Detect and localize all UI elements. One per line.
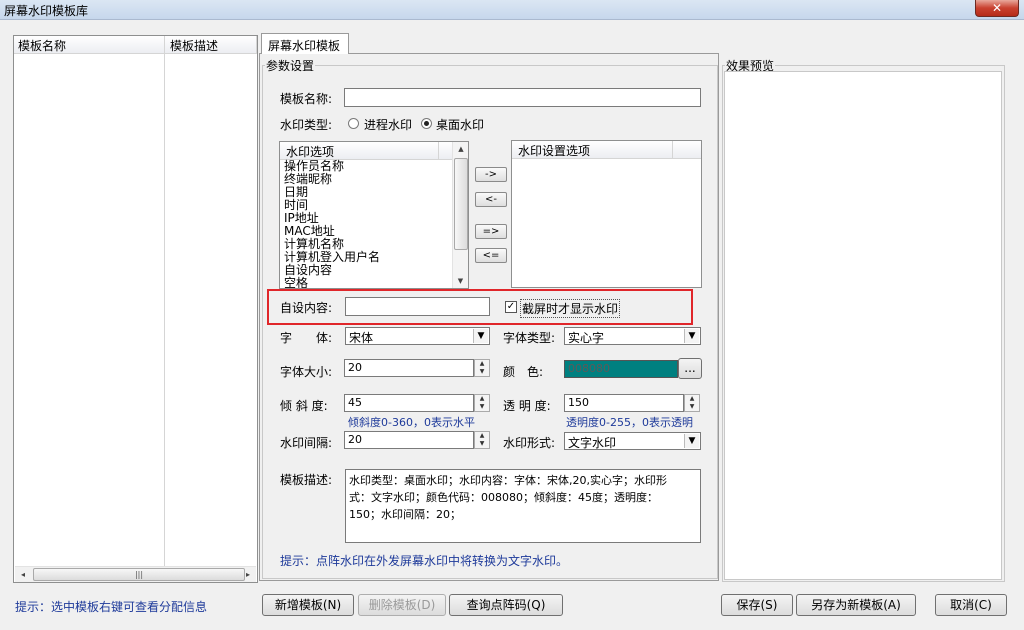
stepper-down-icon[interactable]: ▼ bbox=[475, 403, 489, 411]
description-line: 水印类型：桌面水印；水印内容：字体：宋体,20,实心字；水印形 bbox=[349, 474, 667, 487]
chevron-down-icon[interactable]: ▼ bbox=[684, 329, 699, 343]
watermark-form-select-value: 文字水印 bbox=[568, 436, 617, 450]
column-divider bbox=[164, 36, 165, 566]
footer-tip: 提示：选中模板右键可查看分配信息 bbox=[15, 600, 208, 614]
color-label: 颜 色: bbox=[503, 365, 544, 379]
preview-canvas bbox=[724, 71, 1002, 580]
watermark-options-header-label[interactable]: 水印选项 bbox=[282, 143, 334, 160]
delete-template-button[interactable]: 删除模板(D) bbox=[358, 594, 446, 616]
vertical-scrollbar[interactable]: ▲ ▼ bbox=[452, 142, 468, 288]
font-type-label: 字体类型: bbox=[503, 331, 556, 345]
radio-process-watermark-label[interactable]: 进程水印 bbox=[364, 116, 412, 133]
scroll-thumb[interactable]: ||| bbox=[33, 568, 245, 581]
radio-process-watermark[interactable] bbox=[348, 118, 359, 129]
params-group-title: 参数设置 bbox=[266, 59, 315, 73]
template-list[interactable]: 模板名称 模板描述 ◂ ||| ▸ bbox=[13, 35, 258, 583]
tilt-hint: 倾斜度0-360，0表示水平 bbox=[348, 416, 475, 429]
template-name-label: 模板名称: bbox=[280, 92, 333, 106]
stepper-down-icon[interactable]: ▼ bbox=[475, 440, 489, 448]
font-size-stepper[interactable]: ▲ ▼ bbox=[474, 359, 490, 377]
watermark-options-list[interactable]: 水印选项 操作员名称 终端昵称 日期 时间 IP地址 MAC地址 计算机名称 计… bbox=[279, 141, 469, 289]
font-type-select[interactable]: 实心字 ▼ bbox=[564, 327, 701, 345]
font-label: 字 体: bbox=[280, 331, 333, 345]
description-line: 式：文字水印；颜色代码：008080；倾斜度：45度；透明度： bbox=[349, 491, 658, 504]
custom-content-input[interactable] bbox=[345, 297, 490, 316]
scroll-right-icon[interactable]: ▸ bbox=[240, 567, 256, 583]
radio-desktop-watermark[interactable] bbox=[421, 118, 432, 129]
remove-all-options-button[interactable]: <= bbox=[475, 248, 507, 263]
watermark-settings-list[interactable]: 水印设置选项 bbox=[511, 140, 702, 288]
tilt-label: 倾 斜 度: bbox=[280, 399, 328, 413]
close-button[interactable]: ✕ bbox=[975, 0, 1019, 17]
font-size-label: 字体大小: bbox=[280, 365, 333, 379]
watermark-settings-header-label[interactable]: 水印设置选项 bbox=[514, 142, 590, 159]
tilt-input[interactable]: 45 bbox=[344, 394, 474, 412]
stepper-up-icon[interactable]: ▲ bbox=[475, 360, 489, 368]
custom-content-label: 自设内容: bbox=[280, 301, 333, 315]
opacity-label: 透 明 度: bbox=[503, 399, 551, 413]
stepper-up-icon[interactable]: ▲ bbox=[475, 432, 489, 440]
font-select[interactable]: 宋体 ▼ bbox=[345, 327, 490, 345]
template-list-header: 模板名称 模板描述 bbox=[14, 36, 257, 54]
title-bar: 屏幕水印模板库 ✕ bbox=[0, 0, 1024, 20]
column-header-template-desc[interactable]: 模板描述 bbox=[166, 37, 218, 54]
interval-label: 水印间隔: bbox=[280, 436, 333, 450]
add-option-button[interactable]: -> bbox=[475, 167, 507, 182]
horizontal-scrollbar[interactable]: ◂ ||| ▸ bbox=[15, 566, 256, 582]
stepper-up-icon[interactable]: ▲ bbox=[475, 395, 489, 403]
screenshot-only-label[interactable]: 截屏时才显示水印 bbox=[520, 299, 621, 318]
window-title: 屏幕水印模板库 bbox=[4, 4, 89, 18]
add-all-options-button[interactable]: => bbox=[475, 224, 507, 239]
font-select-value: 宋体 bbox=[349, 331, 374, 345]
scroll-thumb[interactable] bbox=[454, 158, 468, 250]
interval-stepper[interactable]: ▲ ▼ bbox=[474, 431, 490, 449]
watermark-form-label: 水印形式: bbox=[503, 436, 556, 450]
chevron-down-icon[interactable]: ▼ bbox=[684, 434, 699, 448]
scroll-left-icon[interactable]: ◂ bbox=[15, 567, 31, 583]
stepper-up-icon[interactable]: ▲ bbox=[685, 395, 699, 403]
color-swatch[interactable]: 008080 bbox=[564, 360, 678, 378]
column-divider bbox=[672, 141, 673, 158]
opacity-input[interactable]: 150 bbox=[564, 394, 684, 412]
description-textarea[interactable]: 水印类型：桌面水印；水印内容：字体：宋体,20,实心字；水印形 式：文字水印；颜… bbox=[345, 469, 701, 543]
tilt-stepper[interactable]: ▲ ▼ bbox=[474, 394, 490, 412]
new-template-button[interactable]: 新增模板(N) bbox=[262, 594, 354, 616]
query-dot-code-button[interactable]: 查询点阵码(Q) bbox=[449, 594, 563, 616]
watermark-options-header: 水印选项 bbox=[280, 142, 452, 160]
interval-input[interactable]: 20 bbox=[344, 431, 474, 449]
column-header-template-name[interactable]: 模板名称 bbox=[14, 37, 66, 54]
scroll-up-icon[interactable]: ▲ bbox=[453, 142, 468, 156]
cancel-button[interactable]: 取消(C) bbox=[935, 594, 1007, 616]
watermark-form-select[interactable]: 文字水印 ▼ bbox=[564, 432, 701, 450]
save-button[interactable]: 保存(S) bbox=[721, 594, 793, 616]
template-name-input[interactable] bbox=[344, 88, 701, 107]
column-divider bbox=[256, 36, 257, 53]
remove-option-button[interactable]: <- bbox=[475, 192, 507, 207]
list-item[interactable]: 空格 bbox=[284, 277, 308, 289]
opacity-hint: 透明度0-255，0表示透明 bbox=[566, 416, 693, 429]
column-divider bbox=[438, 142, 439, 159]
font-type-select-value: 实心字 bbox=[568, 331, 605, 345]
stepper-down-icon[interactable]: ▼ bbox=[685, 403, 699, 411]
chevron-down-icon[interactable]: ▼ bbox=[473, 329, 488, 343]
screenshot-only-checkbox[interactable]: ✓ bbox=[505, 301, 517, 313]
scroll-down-icon[interactable]: ▼ bbox=[453, 274, 468, 288]
tab-screen-watermark-template[interactable]: 屏幕水印模板 bbox=[261, 33, 349, 54]
stepper-down-icon[interactable]: ▼ bbox=[475, 368, 489, 376]
font-size-input[interactable]: 20 bbox=[344, 359, 474, 377]
opacity-stepper[interactable]: ▲ ▼ bbox=[684, 394, 700, 412]
description-label: 模板描述: bbox=[280, 473, 333, 487]
radio-desktop-watermark-label[interactable]: 桌面水印 bbox=[436, 116, 484, 133]
watermark-type-label: 水印类型: bbox=[280, 118, 333, 132]
color-picker-button[interactable]: ... bbox=[678, 358, 702, 379]
dot-matrix-tip: 提示：点阵水印在外发屏幕水印中将转换为文字水印。 bbox=[280, 554, 569, 568]
save-as-new-template-button[interactable]: 另存为新模板(A) bbox=[796, 594, 916, 616]
description-line: 150；水印间隔：20； bbox=[349, 508, 461, 521]
